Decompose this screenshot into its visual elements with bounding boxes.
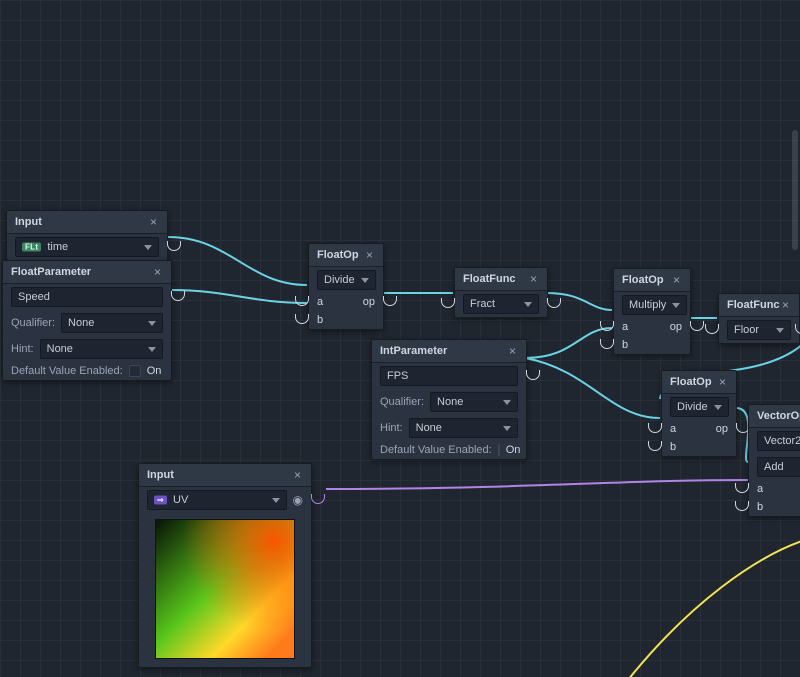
input-port-b[interactable] <box>598 339 616 351</box>
port-b-label: b <box>317 314 323 326</box>
output-port[interactable] <box>309 494 327 506</box>
output-port[interactable] <box>793 324 800 336</box>
node-input-uv[interactable]: Input × ⇒ UV ◉ <box>138 463 312 668</box>
input-port[interactable] <box>439 298 457 310</box>
port-b-label: b <box>757 501 763 513</box>
default-checkbox[interactable] <box>129 365 141 377</box>
op-select[interactable]: Add <box>757 457 800 477</box>
type-select[interactable]: Vector2 <box>757 431 800 451</box>
node-floatop-divide[interactable]: FloatOp × Divide a op b <box>308 243 384 330</box>
func-select[interactable]: Fract <box>463 294 539 314</box>
port-b-label: b <box>670 441 676 453</box>
uv-preview <box>155 519 295 659</box>
input-port-b[interactable] <box>293 314 311 326</box>
node-title: Input <box>147 469 174 481</box>
op-select[interactable]: Multiply <box>622 295 687 315</box>
input-value-select[interactable]: FLt time <box>15 237 159 257</box>
input-port[interactable] <box>703 324 721 336</box>
default-on-label: On <box>506 444 521 456</box>
port-op-label: op <box>716 423 728 435</box>
close-icon[interactable]: × <box>148 215 159 229</box>
default-label: Default Value Enabled: <box>11 365 123 377</box>
type-badge: ⇒ <box>154 495 167 504</box>
hint-label: Hint: <box>11 343 34 355</box>
port-a-label: a <box>670 423 676 435</box>
close-icon[interactable]: × <box>152 265 163 279</box>
param-name-input[interactable]: Speed <box>11 287 163 307</box>
close-icon[interactable]: × <box>671 273 682 287</box>
close-icon[interactable]: × <box>292 468 303 482</box>
func-select[interactable]: Floor <box>727 320 791 340</box>
input-port-a[interactable] <box>646 423 664 435</box>
close-icon[interactable]: × <box>528 272 539 286</box>
node-floatop-divide2[interactable]: FloatOp × Divide a op b <box>661 370 737 457</box>
node-floatfunc-floor[interactable]: FloatFunc × Floor <box>718 293 800 344</box>
input-port-a[interactable] <box>293 296 311 308</box>
scrollbar[interactable] <box>792 130 798 250</box>
input-port-a[interactable] <box>733 483 751 495</box>
node-floatfunc-fract[interactable]: FloatFunc × Fract <box>454 267 548 318</box>
input-value-select[interactable]: ⇒ UV <box>147 490 287 510</box>
node-title: VectorOp <box>757 410 800 422</box>
output-port[interactable] <box>169 291 187 303</box>
node-title: FloatOp <box>622 274 664 286</box>
port-a-label: a <box>622 321 628 333</box>
node-input-time[interactable]: Input × FLt time <box>6 210 168 261</box>
input-port-b[interactable] <box>733 501 751 513</box>
hint-select[interactable]: None <box>40 339 163 359</box>
node-vectorop[interactable]: VectorOp × Vector2 Add a op b <box>748 404 800 517</box>
node-title: FloatOp <box>317 249 359 261</box>
node-int-parameter[interactable]: IntParameter × FPS Qualifier: None Hint:… <box>371 339 527 460</box>
output-port[interactable] <box>165 241 183 253</box>
input-value-label: time <box>47 241 68 253</box>
input-port-b[interactable] <box>646 441 664 453</box>
close-icon[interactable]: × <box>780 298 791 312</box>
node-title: FloatParameter <box>11 266 91 278</box>
node-title: FloatOp <box>670 376 712 388</box>
output-port-op[interactable] <box>381 296 399 308</box>
close-icon[interactable]: × <box>717 375 728 389</box>
node-floatop-multiply[interactable]: FloatOp × Multiply a op b <box>613 268 691 355</box>
close-icon[interactable]: × <box>364 248 375 262</box>
node-title: FloatFunc <box>463 273 516 285</box>
qualifier-select[interactable]: None <box>430 392 518 412</box>
node-title: FloatFunc <box>727 299 780 311</box>
op-select[interactable]: Divide <box>670 397 729 417</box>
hint-select[interactable]: None <box>409 418 518 438</box>
qualifier-select[interactable]: None <box>61 313 163 333</box>
param-name-input[interactable]: FPS <box>380 366 518 386</box>
input-value-label: UV <box>173 494 188 506</box>
default-label: Default Value Enabled: <box>380 444 492 456</box>
output-port[interactable] <box>524 370 542 382</box>
node-title: Input <box>15 216 42 228</box>
op-select[interactable]: Divide <box>317 270 376 290</box>
type-badge: FLt <box>22 242 41 251</box>
qualifier-label: Qualifier: <box>11 317 55 329</box>
qualifier-label: Qualifier: <box>380 396 424 408</box>
port-b-label: b <box>622 339 628 351</box>
default-on-label: On <box>147 365 162 377</box>
node-float-parameter[interactable]: FloatParameter × Speed Qualifier: None H… <box>2 260 172 381</box>
output-port[interactable] <box>545 298 563 310</box>
node-title: IntParameter <box>380 345 447 357</box>
port-a-label: a <box>757 483 763 495</box>
default-checkbox[interactable] <box>498 444 500 456</box>
input-port-a[interactable] <box>598 321 616 333</box>
port-a-label: a <box>317 296 323 308</box>
port-op-label: op <box>670 321 682 333</box>
port-op-label: op <box>363 296 375 308</box>
close-icon[interactable]: × <box>507 344 518 358</box>
hint-label: Hint: <box>380 422 403 434</box>
eye-icon[interactable]: ◉ <box>293 493 303 507</box>
